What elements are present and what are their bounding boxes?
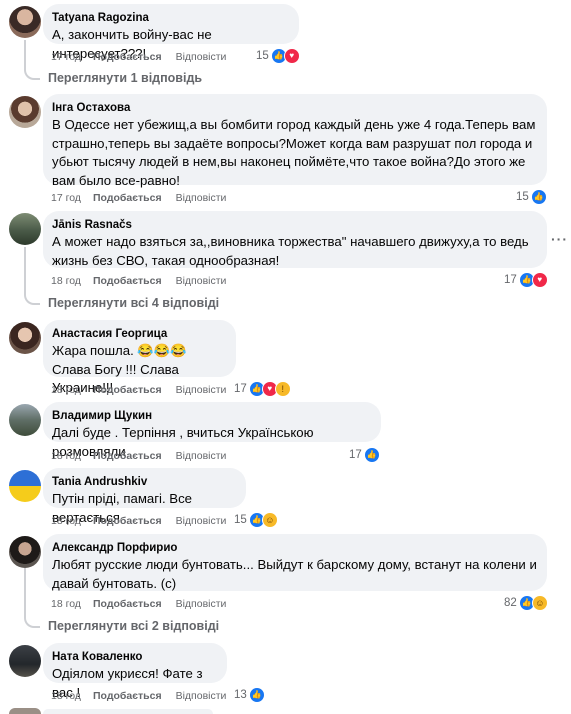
view-replies-link[interactable]: Переглянути всі 2 відповіді <box>48 617 219 635</box>
comment-bubble: Ната Коваленко Одіялом укриєся! Фате з в… <box>43 643 227 700</box>
reaction-summary[interactable]: 17 👍 <box>349 447 380 463</box>
like-button[interactable]: Подобається <box>93 49 162 65</box>
comment-bubble: Tania Andrushkiv Путін пріді, памагі. Вс… <box>43 468 246 525</box>
like-button[interactable]: Подобається <box>93 190 162 206</box>
reaction-summary[interactable]: 17 👍 ♥! <box>234 381 291 397</box>
avatar[interactable] <box>9 470 41 502</box>
reaction-summary[interactable]: 17 👍 ♥ <box>504 272 548 288</box>
comment-author[interactable]: Jānis Rasnačs <box>52 218 538 233</box>
reply-button[interactable]: Відповісти <box>176 513 227 529</box>
comment-bubble <box>43 709 213 714</box>
comment-text: В Одессе нет убежищ,а вы бомбити город к… <box>52 117 536 188</box>
comment-actions: 18 год Подобається Відповісти <box>51 513 226 529</box>
like-button[interactable]: Подобається <box>93 273 162 289</box>
comment-bubble: Jānis Rasnačs А может надо взяться за,,в… <box>43 211 547 268</box>
comment-time[interactable]: 17 год <box>51 49 93 65</box>
comment-text: А может надо взяться за,,виновника торже… <box>52 234 529 268</box>
reply-button[interactable]: Відповісти <box>176 688 227 704</box>
comment-bubble: Александр Порфирио Любят русские люди бу… <box>43 534 547 591</box>
comment-author[interactable]: Александр Порфирио <box>52 541 538 556</box>
comment-actions: 18 год Подобається Відповісти <box>51 382 226 398</box>
avatar[interactable] <box>9 213 41 245</box>
comment-author[interactable]: Владимир Щукин <box>52 409 372 424</box>
reaction-count: 13 <box>234 689 247 701</box>
comment-actions: 17 год Подобається Відповісти <box>51 49 226 65</box>
like-button[interactable]: Подобається <box>93 513 162 529</box>
thread-connector <box>24 247 40 305</box>
like-button[interactable]: Подобається <box>93 596 162 612</box>
avatar[interactable] <box>9 322 41 354</box>
reply-button[interactable]: Відповісти <box>176 448 227 464</box>
love-icon: ♥ <box>283 48 300 64</box>
reaction-summary[interactable]: 15 👍 <box>516 189 547 205</box>
comment-author[interactable]: Tania Andrushkiv <box>52 475 237 490</box>
comment-time[interactable]: 18 год <box>51 382 93 398</box>
avatar[interactable] <box>9 404 41 436</box>
view-replies-link[interactable]: Переглянути 1 відповідь <box>48 69 202 87</box>
like-icon: 👍 <box>363 447 380 463</box>
avatar[interactable] <box>9 6 41 38</box>
avatar[interactable] <box>9 536 41 568</box>
comment-time[interactable]: 18 год <box>51 688 93 704</box>
reply-button[interactable]: Відповісти <box>176 49 227 65</box>
comment-bubble: Анастасия Георгица Жара пошла. 😂😂😂 Слава… <box>43 320 236 395</box>
more-options-icon[interactable]: ··· <box>551 231 568 247</box>
comment-actions: 18 год Подобається Відповісти <box>51 273 226 289</box>
reaction-count: 15 <box>516 191 529 203</box>
reply-button[interactable]: Відповісти <box>176 273 227 289</box>
comment-text: Любят русские люди бунтовать... Выйдут к… <box>52 557 537 591</box>
reaction-count: 17 <box>234 383 247 395</box>
comment-author[interactable]: Tatyana Ragozina <box>52 11 290 26</box>
reaction-count: 82 <box>504 597 517 609</box>
like-button[interactable]: Подобається <box>93 448 162 464</box>
like-icon: 👍 <box>248 687 265 703</box>
comment-time[interactable]: 18 год <box>51 448 93 464</box>
comment-author[interactable]: Інга Остахова <box>52 101 538 116</box>
view-replies-link[interactable]: Переглянути всі 4 відповіді <box>48 294 219 312</box>
comment-actions: 18 год Подобається Відповісти <box>51 596 226 612</box>
comment-actions: 18 год Подобається Відповісти <box>51 688 226 704</box>
thread-connector <box>24 40 40 80</box>
like-button[interactable]: Подобається <box>93 382 162 398</box>
comment-bubble: Інга Остахова В Одессе нет убежищ,а вы б… <box>43 94 547 188</box>
reply-button[interactable]: Відповісти <box>176 382 227 398</box>
comment-author[interactable]: Анастасия Георгица <box>52 327 227 342</box>
wow-icon: ! <box>274 381 291 397</box>
comment-bubble: Владимир Щукин Далі буде . Терпіння , вч… <box>43 402 381 459</box>
reply-button[interactable]: Відповісти <box>176 190 227 206</box>
avatar[interactable] <box>9 645 41 677</box>
reaction-count: 17 <box>349 449 362 461</box>
haha-icon: ☺ <box>261 512 278 528</box>
reaction-summary[interactable]: 82 👍 ☺ <box>504 595 548 611</box>
reaction-count: 15 <box>234 514 247 526</box>
comment-actions: 17 год Подобається Відповісти <box>51 190 226 206</box>
reaction-count: 15 <box>256 50 269 62</box>
comment-actions: 18 год Подобається Відповісти <box>51 448 226 464</box>
reply-button[interactable]: Відповісти <box>176 596 227 612</box>
reaction-summary[interactable]: 15 👍 ♥ <box>256 48 300 64</box>
like-button[interactable]: Подобається <box>93 688 162 704</box>
like-icon: 👍 <box>530 189 547 205</box>
haha-icon: ☺ <box>531 595 548 611</box>
avatar[interactable] <box>9 96 41 128</box>
comment-time[interactable]: 18 год <box>51 596 93 612</box>
comment-bubble: Tatyana Ragozina А, закончить войну-вас … <box>43 4 299 61</box>
comment-time[interactable]: 18 год <box>51 273 93 289</box>
avatar[interactable] <box>9 708 41 714</box>
reaction-summary[interactable]: 13 👍 <box>234 687 265 703</box>
comment-time[interactable]: 17 год <box>51 190 93 206</box>
reaction-summary[interactable]: 15 👍 ☺ <box>234 512 278 528</box>
comment-time[interactable]: 18 год <box>51 513 93 529</box>
love-icon: ♥ <box>531 272 548 288</box>
thread-connector <box>24 568 40 628</box>
reaction-count: 17 <box>504 274 517 286</box>
comment-author[interactable]: Ната Коваленко <box>52 650 218 665</box>
